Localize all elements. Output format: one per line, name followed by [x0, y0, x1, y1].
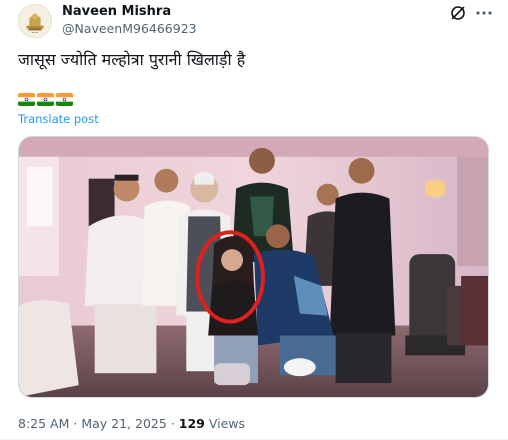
profile-avatar[interactable]: •••: [18, 4, 52, 38]
post-date[interactable]: May 21, 2025: [81, 416, 166, 431]
views-label: Views: [208, 416, 246, 431]
indian-flag-icon: [37, 93, 54, 106]
post-meta: 8:25 AM · May 21, 2025 · 129 Views: [18, 416, 245, 431]
more-options-button[interactable]: [474, 3, 494, 23]
meta-separator: ·: [73, 416, 78, 431]
more-options-icon: [476, 11, 492, 15]
group-photo-image: [19, 137, 488, 397]
grok-button[interactable]: [448, 3, 468, 23]
post-image[interactable]: [18, 136, 489, 398]
indian-flag-icon: [56, 93, 73, 106]
flag-emojis: [18, 93, 73, 106]
author-name[interactable]: Naveen Mishra: [62, 4, 171, 19]
translate-post-link[interactable]: Translate post: [18, 112, 99, 126]
post-text: जासूस ज्योति मल्होत्रा पुरानी खिलाड़ी है: [18, 50, 246, 69]
svg-text:•••: •••: [32, 31, 39, 35]
author-handle[interactable]: @NaveenM96466923: [62, 21, 197, 36]
emblem-avatar-icon: •••: [19, 5, 51, 37]
indian-flag-icon: [18, 93, 35, 106]
meta-separator-2: ·: [170, 416, 175, 431]
grok-icon: [451, 6, 465, 20]
post-time[interactable]: 8:25 AM: [18, 416, 69, 431]
tweet-post: ••• Naveen Mishra @NaveenM96466923 जासूस…: [0, 0, 508, 440]
views-count: 129: [178, 416, 205, 431]
